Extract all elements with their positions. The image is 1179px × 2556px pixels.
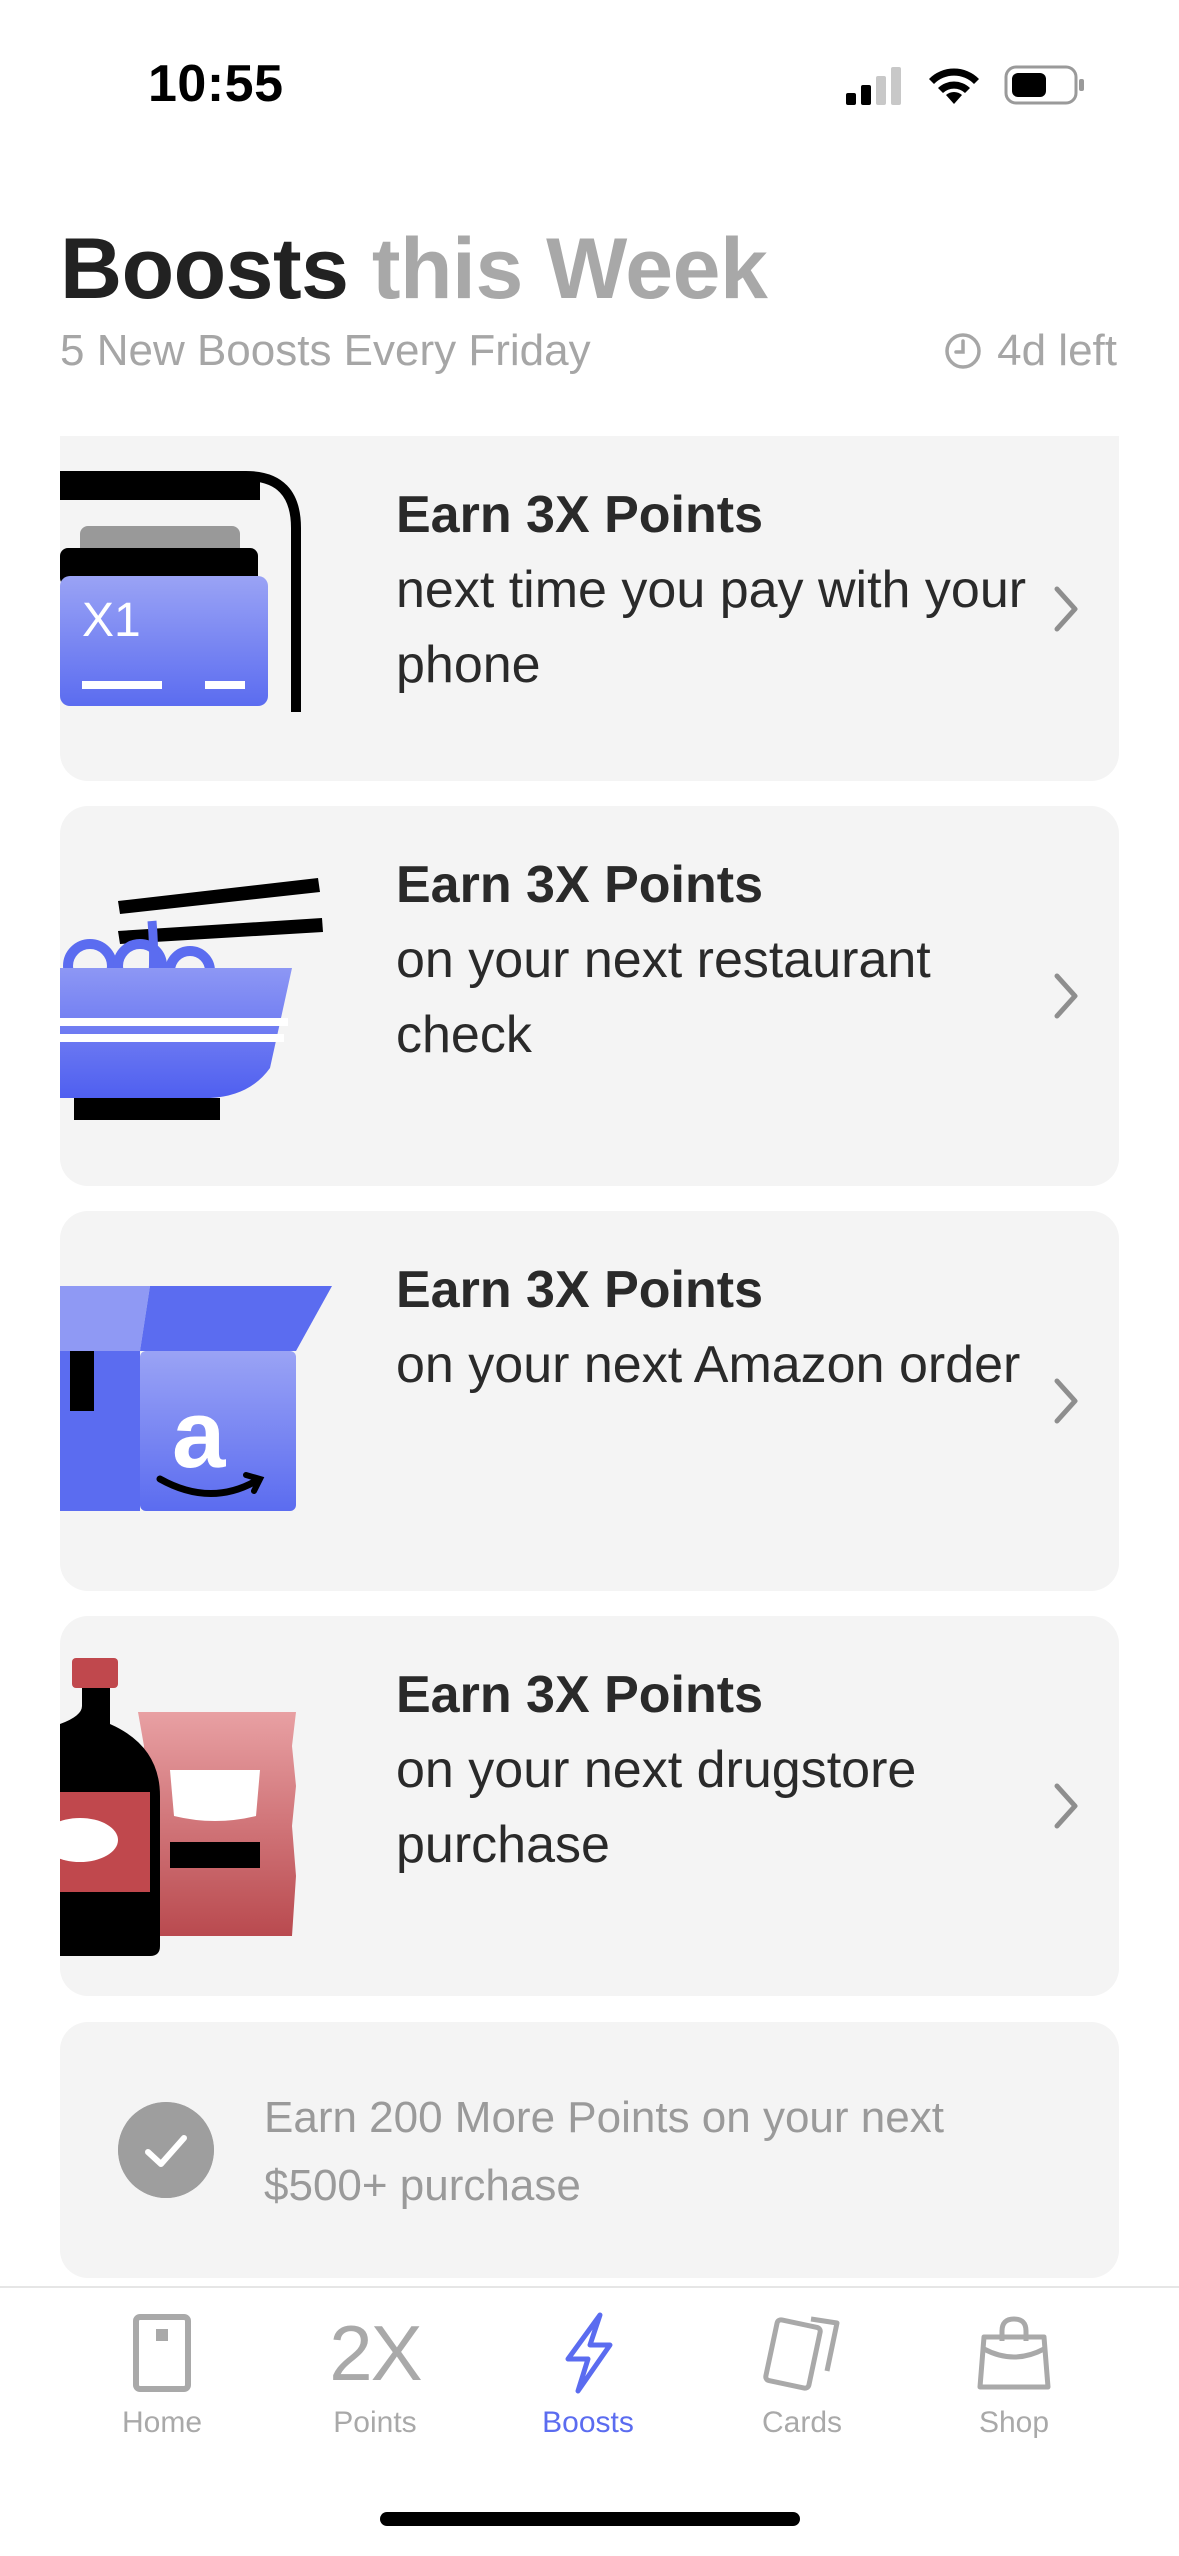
page-subtitle: 5 New Boosts Every Friday bbox=[60, 326, 591, 375]
boost-text: Earn 3X Points on your next drugstore pu… bbox=[396, 1658, 1076, 1883]
chevron-right-icon bbox=[1054, 586, 1078, 631]
boost-card-restaurant[interactable]: Earn 3X Points on your next restaurant c… bbox=[60, 806, 1119, 1186]
time-left: 4d left bbox=[943, 326, 1117, 376]
chevron-right-icon bbox=[1054, 1378, 1078, 1424]
drugstore-items-icon bbox=[60, 1658, 296, 1956]
lightning-icon bbox=[565, 2312, 613, 2394]
tab-label: Cards bbox=[761, 2406, 843, 2439]
tab-label: Boosts bbox=[542, 2406, 634, 2439]
status-bar: 10:55 bbox=[0, 0, 1179, 140]
tab-shop[interactable]: Shop bbox=[914, 2308, 1114, 2440]
status-icons bbox=[844, 60, 1086, 110]
page-title: Boosts this Week bbox=[60, 220, 768, 319]
boost-detail: on your next drugstore purchase bbox=[396, 1741, 917, 1874]
card-outline-icon bbox=[133, 2314, 191, 2392]
tab-label: Points bbox=[333, 2406, 417, 2439]
battery-icon bbox=[1004, 65, 1084, 105]
tab-label: Shop bbox=[978, 2406, 1050, 2439]
time-left-label: 4d left bbox=[997, 326, 1117, 375]
points-2x-icon: 2X bbox=[329, 2309, 422, 2397]
tab-cards[interactable]: Cards bbox=[702, 2308, 902, 2440]
boost-detail: on your next Amazon order bbox=[396, 1336, 1021, 1394]
chevron-right-icon bbox=[1054, 1783, 1078, 1829]
wifi-icon bbox=[929, 68, 979, 104]
boost-text: Earn 3X Points on your next Amazon order bbox=[396, 1253, 1076, 1403]
signal-icon bbox=[846, 67, 901, 105]
phone-pay-icon: X1 bbox=[60, 471, 301, 712]
boost-headline: Earn 3X Points bbox=[396, 856, 763, 914]
chevron-right-icon bbox=[1054, 973, 1078, 1019]
boost-text: Earn 3X Points next time you pay with yo… bbox=[396, 478, 1076, 703]
tab-label: Home bbox=[121, 2406, 203, 2439]
boost-card-drugstore[interactable]: Earn 3X Points on your next drugstore pu… bbox=[60, 1616, 1119, 1996]
boosts-screen: 10:55 Boosts this Week 5 New Boosts Ever… bbox=[0, 0, 1179, 2556]
completed-boost-card[interactable]: Earn 200 More Points on your next $500+ … bbox=[60, 2022, 1119, 2278]
title-suffix: this Week bbox=[371, 221, 768, 317]
svg-text:a: a bbox=[172, 1381, 226, 1488]
svg-text:X1: X1 bbox=[82, 594, 141, 647]
tab-home[interactable]: Home bbox=[62, 2308, 262, 2440]
status-time: 10:55 bbox=[148, 55, 284, 113]
boost-card-phone-pay[interactable]: X1 Earn 3X Points next time you pay with… bbox=[60, 436, 1119, 781]
boost-headline: Earn 3X Points bbox=[396, 1666, 763, 1724]
noodle-bowl-icon bbox=[60, 878, 323, 1120]
check-circle-icon bbox=[118, 2102, 214, 2198]
boost-text: Earn 3X Points on your next restaurant c… bbox=[396, 848, 1076, 1073]
boost-detail: next time you pay with your phone bbox=[396, 561, 1027, 694]
amazon-box-icon: a bbox=[60, 1286, 332, 1511]
shopping-bag-icon bbox=[977, 2316, 1051, 2390]
completed-boost-text: Earn 200 More Points on your next $500+ … bbox=[264, 2093, 944, 2210]
boost-card-amazon[interactable]: a Earn 3X Points on your next Amazon ord… bbox=[60, 1211, 1119, 1591]
boost-detail: on your next restaurant check bbox=[396, 931, 931, 1064]
title-main: Boosts bbox=[60, 221, 349, 317]
tab-boosts[interactable]: Boosts bbox=[488, 2308, 688, 2440]
cards-stack-icon bbox=[763, 2316, 840, 2391]
boost-headline: Earn 3X Points bbox=[396, 486, 763, 544]
boost-headline: Earn 3X Points bbox=[396, 1261, 763, 1319]
home-indicator[interactable] bbox=[380, 2512, 800, 2526]
clock-icon bbox=[945, 333, 981, 369]
tab-points[interactable]: 2X Points bbox=[275, 2308, 475, 2440]
